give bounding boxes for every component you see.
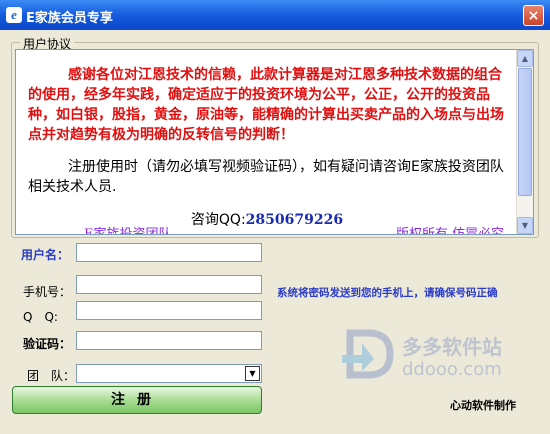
qq-label: Q Q: — [23, 310, 58, 324]
title-bar: e E家族会员专享 × — [0, 0, 550, 30]
phone-hint: 系统将密码发送到您的手机上，请确保号码正确 — [277, 287, 498, 299]
phone-label: 手机号： — [23, 285, 72, 299]
username-input[interactable] — [76, 243, 262, 262]
window-title: E家族会员专享 — [26, 11, 113, 26]
team-label: 团 队： — [27, 369, 76, 383]
username-label: 用户名： — [21, 248, 70, 262]
agreement-footer-team: E家族投资团队 — [84, 227, 172, 235]
agreement-paragraph-1: 感谢各位对江恩技术的信赖，此款计算器是对江恩多种技术数据的组合的使用，经多年实践… — [28, 67, 504, 143]
watermark-en-text: ddooo.com — [402, 359, 502, 380]
agreement-paragraph-2: 注册使用时（请勿必填写视频验证码），如有疑问请咨询E家族投资团队相关技术人员. — [28, 159, 504, 195]
watermark-cn-text: 多多软件站 — [402, 335, 502, 359]
agreement-textbox[interactable]: 感谢各位对江恩技术的信赖，此款计算器是对江恩多种技术数据的组合的使用，经多年实践… — [15, 49, 534, 235]
dropdown-arrow-icon[interactable]: ▼ — [245, 366, 260, 381]
contact-qq-label: 咨询QQ: — [190, 212, 246, 228]
phone-input[interactable] — [76, 275, 262, 294]
scroll-thumb[interactable] — [518, 68, 532, 196]
watermark: 多多软件站 ddooo.com — [340, 325, 530, 385]
code-label: 验证码： — [23, 337, 72, 351]
agreement-footer-copyright: 版权所有 仿冒必究 — [396, 227, 505, 235]
qq-input[interactable] — [76, 301, 262, 320]
watermark-logo-icon — [342, 329, 394, 379]
app-icon: e — [6, 7, 22, 23]
agreement-scrollbar[interactable]: ▲ ▼ — [516, 50, 533, 234]
register-button[interactable]: 注册 — [12, 386, 262, 414]
code-input[interactable] — [76, 331, 262, 350]
contact-qq-number: 2850679226 — [245, 212, 344, 228]
scroll-down-icon[interactable]: ▼ — [517, 217, 533, 234]
agreement-content: 感谢各位对江恩技术的信赖，此款计算器是对江恩多种技术数据的组合的使用，经多年实践… — [16, 50, 518, 235]
scroll-up-icon[interactable]: ▲ — [517, 50, 533, 67]
credit-text: 心动软件制作 — [450, 399, 516, 412]
close-button[interactable]: × — [523, 5, 544, 26]
team-select[interactable]: ▼ — [76, 364, 262, 383]
